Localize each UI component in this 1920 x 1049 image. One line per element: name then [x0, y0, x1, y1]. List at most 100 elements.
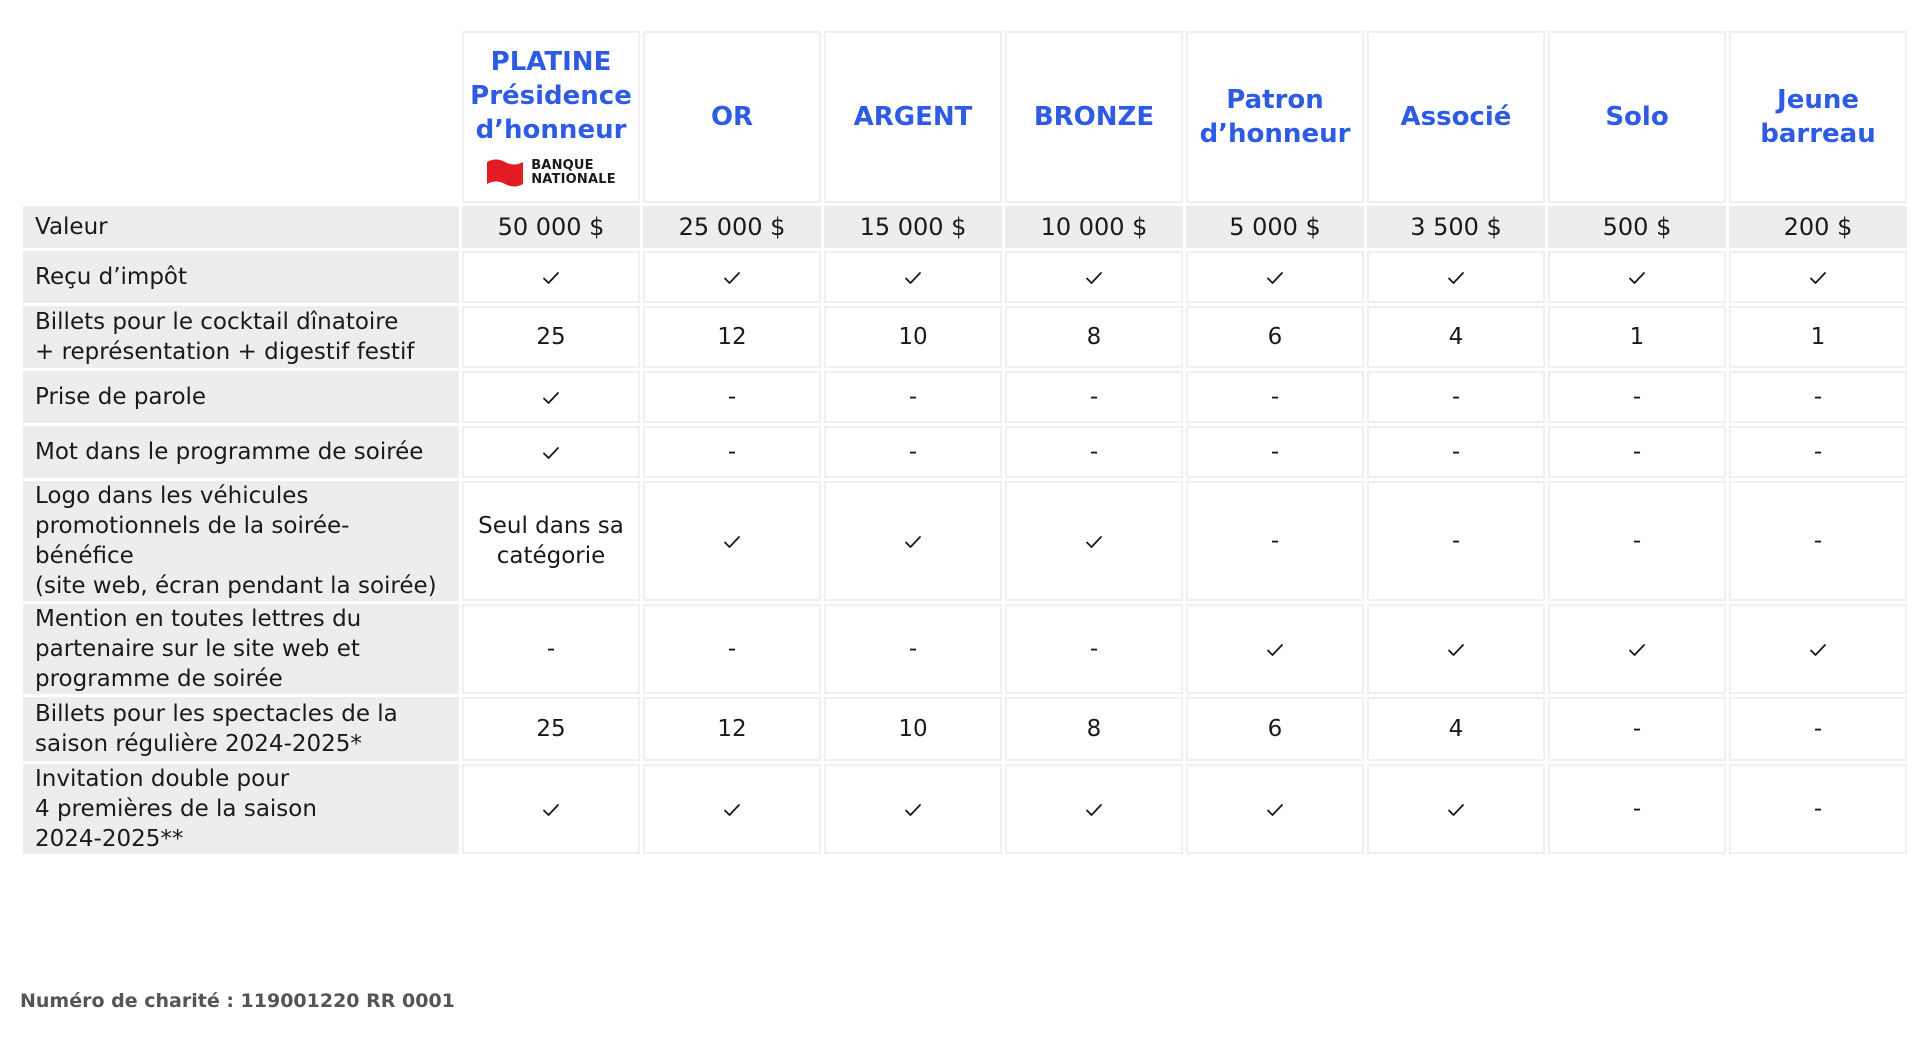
row-invitation: Invitation double pour 4 premières de la … [23, 764, 1907, 854]
row-prise-parole: Prise de parole - - - - - - - [23, 371, 1907, 423]
cell-value: 25 [536, 324, 566, 350]
cell-bronze: - [1005, 371, 1183, 423]
cell-patron: 6 [1186, 306, 1364, 368]
tier-header-solo: Solo [1548, 31, 1726, 203]
cell-bronze: 8 [1005, 697, 1183, 761]
cell-platine: 25 [462, 697, 640, 761]
row-label-line: Mention en toutes lettres du [35, 606, 362, 632]
header-row: PLATINE Présidence d’honneur BANQUE NATIONAL… [23, 31, 1907, 203]
cell-or: - [643, 426, 821, 478]
cell-patron: - [1186, 481, 1364, 601]
cell-bronze [1005, 764, 1183, 854]
checkmark-icon [1448, 803, 1464, 816]
row-label-line: Invitation double pour [35, 766, 290, 792]
row-valeur: Valeur 50 000 $ 25 000 $ 15 000 $ 10 000 $ 5 … [23, 206, 1907, 248]
checkmark-icon [1810, 643, 1826, 656]
row-label-line: saison régulière 2024-2025* [35, 731, 362, 757]
checkmark-icon [1448, 271, 1464, 284]
cell-solo: 500 $ [1548, 206, 1726, 248]
cell-value: 10 000 $ [1040, 213, 1148, 241]
cell-solo [1548, 251, 1726, 303]
page: PLATINE Présidence d’honneur BANQUE NATIONAL… [0, 0, 1920, 1049]
tier-name-line: d’honneur [475, 115, 627, 145]
cell-value: 500 $ [1602, 213, 1672, 241]
sponsor-logo: BANQUE NATIONALE [470, 157, 632, 189]
row-label: Mot dans le programme de soirée [23, 426, 459, 478]
cell-value: 10 [898, 716, 928, 742]
cell-or: 12 [643, 306, 821, 368]
header-corner [23, 31, 459, 203]
dash-marker: - [1089, 439, 1099, 465]
cell-bronze: 10 000 $ [1005, 206, 1183, 248]
cell-platine: Seul dans sa catégorie [462, 481, 640, 601]
tier-header-associe: Associé [1367, 31, 1545, 203]
cell-solo [1548, 604, 1726, 694]
row-logo-vehicules: Logo dans les véhicules promotionnels de … [23, 481, 1907, 601]
tier-name-line: BRONZE [1033, 102, 1155, 132]
row-label-line: programme de soirée [35, 666, 283, 692]
cell-text-line: catégorie [496, 543, 606, 569]
dash-marker: - [1089, 384, 1099, 410]
tier-name-line: Jeune [1777, 85, 1859, 115]
cell-associe: - [1367, 371, 1545, 423]
cell-jeune [1729, 251, 1907, 303]
cell-value: 6 [1267, 716, 1283, 742]
cell-value: 12 [717, 324, 747, 350]
dash-marker: - [908, 439, 918, 465]
checkmark-icon [724, 535, 740, 548]
cell-associe [1367, 604, 1545, 694]
cell-text-line: Seul dans sa [478, 513, 624, 539]
row-label-line: + représentation + digestif festif [35, 339, 415, 365]
cell-patron [1186, 251, 1364, 303]
checkmark-icon [1448, 643, 1464, 656]
cell-value: 12 [717, 716, 747, 742]
dash-marker: - [546, 636, 556, 662]
cell-or [643, 481, 821, 601]
checkmark-icon [543, 803, 559, 816]
cell-or: 25 000 $ [643, 206, 821, 248]
row-label-line: Prise de parole [35, 384, 207, 410]
cell-jeune: - [1729, 697, 1907, 761]
sponsorship-table: PLATINE Présidence d’honneur BANQUE NATIONAL… [20, 28, 1910, 857]
dash-marker: - [1632, 528, 1642, 554]
charity-number: Numéro de charité : 119001220 RR 0001 [20, 990, 455, 1012]
dash-marker: - [727, 439, 737, 465]
row-label-line: partenaire sur le site web et [35, 636, 360, 662]
dash-marker: - [1632, 716, 1642, 742]
row-recu: Reçu d’impôt [23, 251, 1907, 303]
bank-flag-icon [487, 159, 524, 187]
cell-value: 1 [1629, 324, 1645, 350]
cell-platine [462, 251, 640, 303]
checkmark-icon [1267, 271, 1283, 284]
dash-marker: - [727, 636, 737, 662]
cell-platine [462, 426, 640, 478]
checkmark-icon [543, 391, 559, 404]
dash-marker: - [1270, 528, 1280, 554]
cell-patron: - [1186, 371, 1364, 423]
cell-argent: - [824, 604, 1002, 694]
cell-patron: - [1186, 426, 1364, 478]
dash-marker: - [1813, 528, 1823, 554]
cell-jeune: 200 $ [1729, 206, 1907, 248]
row-billets-saison: Billets pour les spectacles de la saison … [23, 697, 1907, 761]
cell-associe: 4 [1367, 697, 1545, 761]
tier-name-line: Patron [1226, 85, 1324, 115]
cell-patron [1186, 604, 1364, 694]
cell-or: 12 [643, 697, 821, 761]
cell-value: 15 000 $ [859, 213, 967, 241]
dash-marker: - [1270, 439, 1280, 465]
dash-marker: - [1813, 716, 1823, 742]
checkmark-icon [1086, 535, 1102, 548]
checkmark-icon [1629, 643, 1645, 656]
cell-bronze [1005, 481, 1183, 601]
cell-platine: 50 000 $ [462, 206, 640, 248]
tier-name-line: d’honneur [1199, 119, 1351, 149]
row-label-line: promotionnels de la soirée-bénéfice [35, 513, 350, 569]
cell-value: 8 [1086, 324, 1102, 350]
cell-value: 10 [898, 324, 928, 350]
cell-patron: 5 000 $ [1186, 206, 1364, 248]
cell-argent [824, 481, 1002, 601]
checkmark-icon [1629, 271, 1645, 284]
cell-platine: 25 [462, 306, 640, 368]
row-label: Mention en toutes lettres du partenaire s… [23, 604, 459, 694]
